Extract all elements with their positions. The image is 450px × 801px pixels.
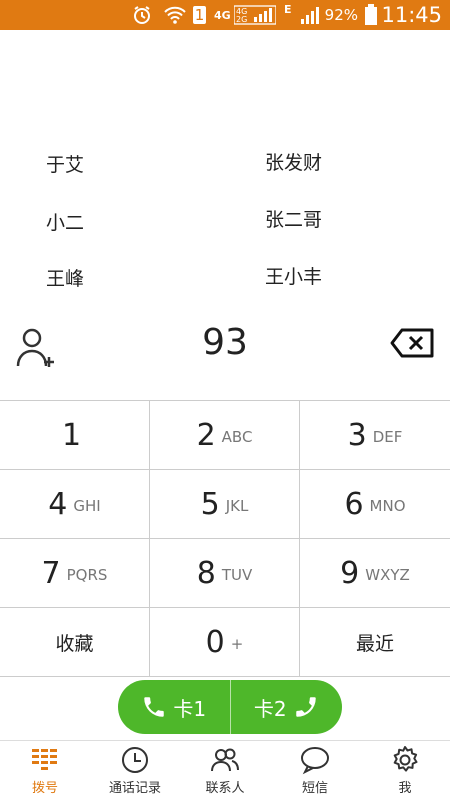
key-8[interactable]: 8 TUV [150,539,300,608]
key-4[interactable]: 4 GHI [0,470,150,539]
tab-contacts[interactable]: 联系人 [180,741,270,801]
key-6[interactable]: 6 MNO [300,470,450,539]
sim-indicator: 1 [193,6,206,24]
key-letters: PQRS [66,566,108,584]
battery-percent: 92% [324,6,358,24]
key-7[interactable]: 7 PQRS [0,539,150,608]
suggestion-item[interactable]: 王峰 [46,264,84,291]
favorites-label: 收藏 [55,632,94,655]
key-3[interactable]: 3 DEF [300,401,450,470]
backspace-icon[interactable] [390,328,434,358]
recents-label: 最近 [355,632,394,655]
key-letters: WXYZ [365,566,410,584]
clock-icon [122,747,148,773]
gear-icon [393,746,418,772]
key-letters: + [230,635,244,653]
recents-button[interactable]: 最近 [300,608,450,677]
tab-label: 联系人 [205,781,245,796]
card2-label: 卡2 [253,696,287,721]
message-icon [301,747,329,775]
phone-icon [295,697,316,717]
key-digit: 8 [196,555,216,591]
call-card2-button[interactable]: 卡2 [229,680,343,734]
suggestion-item[interactable]: 张发财 [265,148,322,175]
wifi-icon [164,0,186,30]
signal-icon-1: 4G 2G [234,0,276,30]
tab-messages[interactable]: 短信 [270,741,360,801]
clock-time: 11:45 [381,3,442,27]
bottom-nav: 拨号 通话记录 联系人 短信 我 [0,740,450,801]
key-digit: 3 [347,417,367,453]
alarm-icon [132,0,152,30]
key-digit: 2 [196,417,216,453]
key-digit: 4 [48,486,68,522]
key-digit: 6 [344,486,364,522]
key-digit: 9 [340,555,360,591]
dialpad-icon [32,749,57,770]
network-type-1: 4G [214,8,231,22]
svg-text:2G: 2G [236,15,247,24]
phone-icon [144,697,165,717]
key-0[interactable]: 0 + [150,608,300,677]
contacts-icon [211,748,239,772]
key-letters: ABC [221,428,253,446]
key-9[interactable]: 9 WXYZ [300,539,450,608]
key-1[interactable]: 1 [0,401,150,470]
tab-label: 通话记录 [108,781,161,796]
key-letters: MNO [369,497,406,515]
suggestion-item[interactable]: 王小丰 [265,262,322,289]
tab-call-log[interactable]: 通话记录 [90,741,180,801]
key-2[interactable]: 2 ABC [150,401,300,470]
suggestion-item[interactable]: 于艾 [46,150,84,177]
suggestion-item[interactable]: 小二 [46,208,84,235]
key-digit: 5 [200,486,220,522]
suggestion-item[interactable]: 张二哥 [265,205,322,232]
tab-me[interactable]: 我 [360,741,450,801]
key-letters: DEF [372,428,403,446]
dialed-number: 93 [202,322,248,363]
key-letters: GHI [73,497,101,515]
favorites-button[interactable]: 收藏 [0,608,150,677]
status-bar: 1 4G 4G 2G E 92% 11:45 [0,0,450,30]
signal-icon-2 [300,0,322,30]
key-digit: 0 [205,624,225,660]
card1-label: 卡1 [173,696,207,721]
tab-label: 短信 [301,781,328,796]
battery-icon [364,0,378,30]
key-letters: JKL [225,497,249,515]
call-buttons: 卡1 卡2 [118,680,342,734]
key-5[interactable]: 5 JKL [150,470,300,539]
dial-input-row: 93 [0,312,450,384]
network-type-e: E [284,2,292,16]
tab-dialer[interactable]: 拨号 [0,741,90,801]
tab-label: 我 [398,781,412,796]
key-digit: 7 [41,555,61,591]
key-digit: 1 [61,417,82,453]
key-letters: TUV [221,566,253,584]
dialpad: 1 2 ABC 3 DEF 4 GHI 5 JKL 6 MNO 7 PQRS 8 TUV 9W… [0,400,450,677]
tab-label: 拨号 [31,781,58,796]
call-card1-button[interactable]: 卡1 [118,680,230,734]
